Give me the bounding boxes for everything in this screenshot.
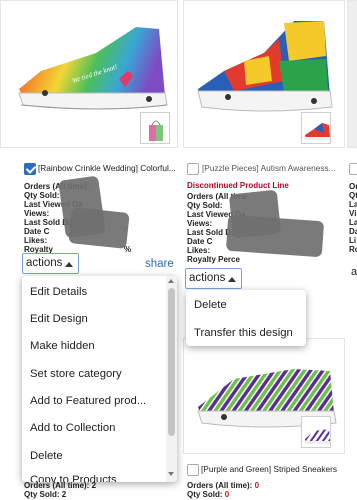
product-stats-bottom: Orders (All time): 0 Qty Sold: 0: [187, 481, 337, 499]
product-card-partial: Or Qt La Vi La Da Li Ro a: [347, 0, 357, 500]
product-title[interactable]: [Puzzle Pieces] Autism Awareness...: [202, 163, 348, 173]
product-image-partial[interactable]: [347, 0, 357, 148]
scroll-up-arrow-icon[interactable]: [168, 279, 174, 283]
product-title[interactable]: [Purple and Green] Striped Sneakers: [201, 464, 351, 474]
orders-value: 0: [254, 481, 260, 490]
caret-up-icon: [65, 262, 73, 267]
stat-last-viewed: La: [349, 200, 357, 209]
select-checkbox-rainbow[interactable]: [24, 163, 36, 175]
puzzle-shoe-thumbnail: [305, 123, 330, 140]
product-title[interactable]: [Rainbow Crinkle Wedding] Colorful...: [38, 163, 180, 173]
scrollbar-thumb[interactable]: [168, 288, 175, 436]
striped-shoe-thumbnail: [305, 429, 330, 444]
thumbnail-puzzle[interactable]: [301, 112, 331, 144]
stat-orders: Or: [349, 182, 357, 191]
actions-dropdown-button[interactable]: actions: [22, 253, 79, 274]
menu-item-edit-details[interactable]: Edit Details: [22, 286, 177, 298]
stat-qty: Qty Sold: 2: [24, 490, 67, 499]
menu-scrollbar[interactable]: [166, 276, 177, 482]
stat-views: Vi: [349, 209, 357, 218]
stat-orders: Orders (All time): 2: [24, 481, 97, 490]
actions-label: actions: [189, 272, 226, 284]
scroll-down-arrow-icon[interactable]: [168, 472, 174, 476]
stat-qty: Qty Sold: 0: [187, 490, 230, 499]
actions-label: actions: [26, 257, 63, 269]
tote-bag-thumbnail: [149, 120, 163, 141]
product-stats-bottom: Orders (All time): 2 Qty Sold: 2: [24, 481, 174, 499]
select-checkbox-partial[interactable]: [349, 163, 357, 175]
menu-item-make-hidden[interactable]: Make hidden: [22, 340, 177, 352]
stat-last-sold: La: [349, 218, 357, 227]
thumbnail-purple-green[interactable]: [301, 416, 331, 448]
menu-item-add-to-featured[interactable]: Add to Featured prod...: [22, 395, 177, 407]
caret-up-icon: [228, 277, 236, 282]
actions-menu-left: Edit Details Edit Design Make hidden Set…: [22, 276, 177, 482]
actions-dropdown-button[interactable]: actions: [185, 268, 242, 289]
stat-orders: Orders (All time): 0: [187, 481, 260, 490]
share-link[interactable]: share: [145, 258, 174, 270]
stat-qty: Qt: [349, 191, 357, 200]
product-stats-partial: Or Qt La Vi La Da Li Ro: [349, 182, 357, 254]
stat-likes: Li: [349, 236, 357, 245]
menu-item-copy-to-products[interactable]: Copy to Products: [22, 474, 177, 482]
menu-item-delete[interactable]: Delete: [22, 450, 177, 462]
discontinued-label: Discontinued Product Line: [187, 181, 289, 190]
redaction-block: [68, 207, 130, 249]
menu-item-set-store-category[interactable]: Set store category: [22, 368, 177, 380]
stat-royalty: Ro: [349, 245, 357, 254]
actions-menu-right: Delete Transfer this design: [186, 290, 306, 346]
redaction-block: [225, 214, 325, 258]
select-checkbox-purple-green[interactable]: [187, 464, 199, 476]
menu-item-delete[interactable]: Delete: [186, 299, 306, 311]
qty-value: 0: [224, 490, 230, 499]
menu-item-edit-design[interactable]: Edit Design: [22, 313, 177, 325]
menu-item-transfer-design[interactable]: Transfer this design: [186, 327, 306, 339]
select-checkbox-puzzle[interactable]: [187, 163, 199, 175]
thumbnail-rainbow[interactable]: [140, 112, 170, 144]
actions-partial[interactable]: a: [351, 266, 357, 278]
stat-date-created: Da: [349, 227, 357, 236]
menu-item-add-to-collection[interactable]: Add to Collection: [22, 422, 177, 434]
